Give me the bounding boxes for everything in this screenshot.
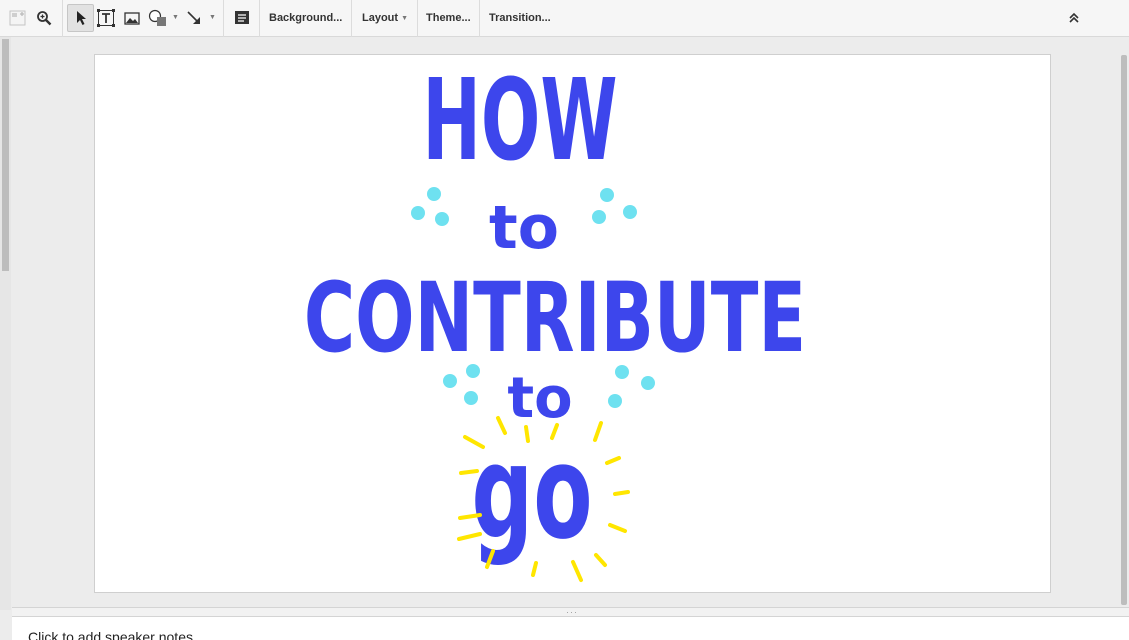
shape-icon [148,9,166,26]
speaker-notes-button[interactable] [229,4,255,32]
canvas-scrollbar[interactable] [1119,37,1129,607]
collapse-toolbar-button[interactable] [1062,4,1086,32]
zoom-button[interactable] [32,4,56,32]
speaker-notes-icon [235,11,249,24]
layout-label: Layout [362,12,399,24]
toolbar-separator [417,0,418,37]
canvas-scroll-thumb[interactable] [1121,55,1127,605]
zoom-icon [37,11,52,26]
shape-dropdown-caret[interactable]: ▼ [172,14,179,21]
speaker-notes-placeholder[interactable]: Click to add speaker notes [28,629,193,640]
filmstrip-scrollbar[interactable] [0,37,11,610]
line-button[interactable] [182,4,206,32]
toolbar-separator [259,0,260,37]
text-box-icon [97,9,115,27]
new-slide-icon [9,10,26,26]
toolbar-separator [351,0,352,37]
filmstrip-scroll-thumb[interactable] [2,39,9,271]
shape-button[interactable] [146,4,170,32]
notes-resize-handle[interactable]: ··· [12,607,1129,617]
background-button[interactable]: Background... [269,4,342,32]
theme-button[interactable]: Theme... [426,4,471,32]
title-line-go: go [471,417,592,568]
new-slide-button[interactable] [5,4,31,32]
title-line-to-1: to [489,193,559,263]
slide-canvas[interactable]: HOW to CONTRIBUTE to go [94,54,1051,593]
toolbar-separator [479,0,480,37]
select-cursor-icon [76,11,86,25]
title-line-contribute: CONTRIBUTE [304,262,806,374]
layout-caret: ▼ [401,14,408,22]
title-line-how: HOW [422,56,617,187]
transition-button[interactable]: Transition... [489,4,551,32]
image-icon [124,12,140,25]
toolbar: ▼ ▼ Background... Layout ▼ Theme... Tran… [0,0,1129,37]
speaker-notes-panel[interactable]: Click to add speaker notes [12,617,1129,640]
line-icon [187,11,200,24]
collapse-icon [1069,12,1079,23]
layout-button[interactable]: Layout ▼ [362,4,408,32]
text-box-button[interactable] [95,4,117,32]
grip-icon: ··· [566,607,578,617]
insert-image-button[interactable] [121,4,143,32]
select-button[interactable] [67,4,94,32]
line-dropdown-caret[interactable]: ▼ [209,14,216,21]
toolbar-separator [223,0,224,37]
slide-artwork: HOW to CONTRIBUTE to go [304,56,806,582]
toolbar-separator [62,0,63,37]
